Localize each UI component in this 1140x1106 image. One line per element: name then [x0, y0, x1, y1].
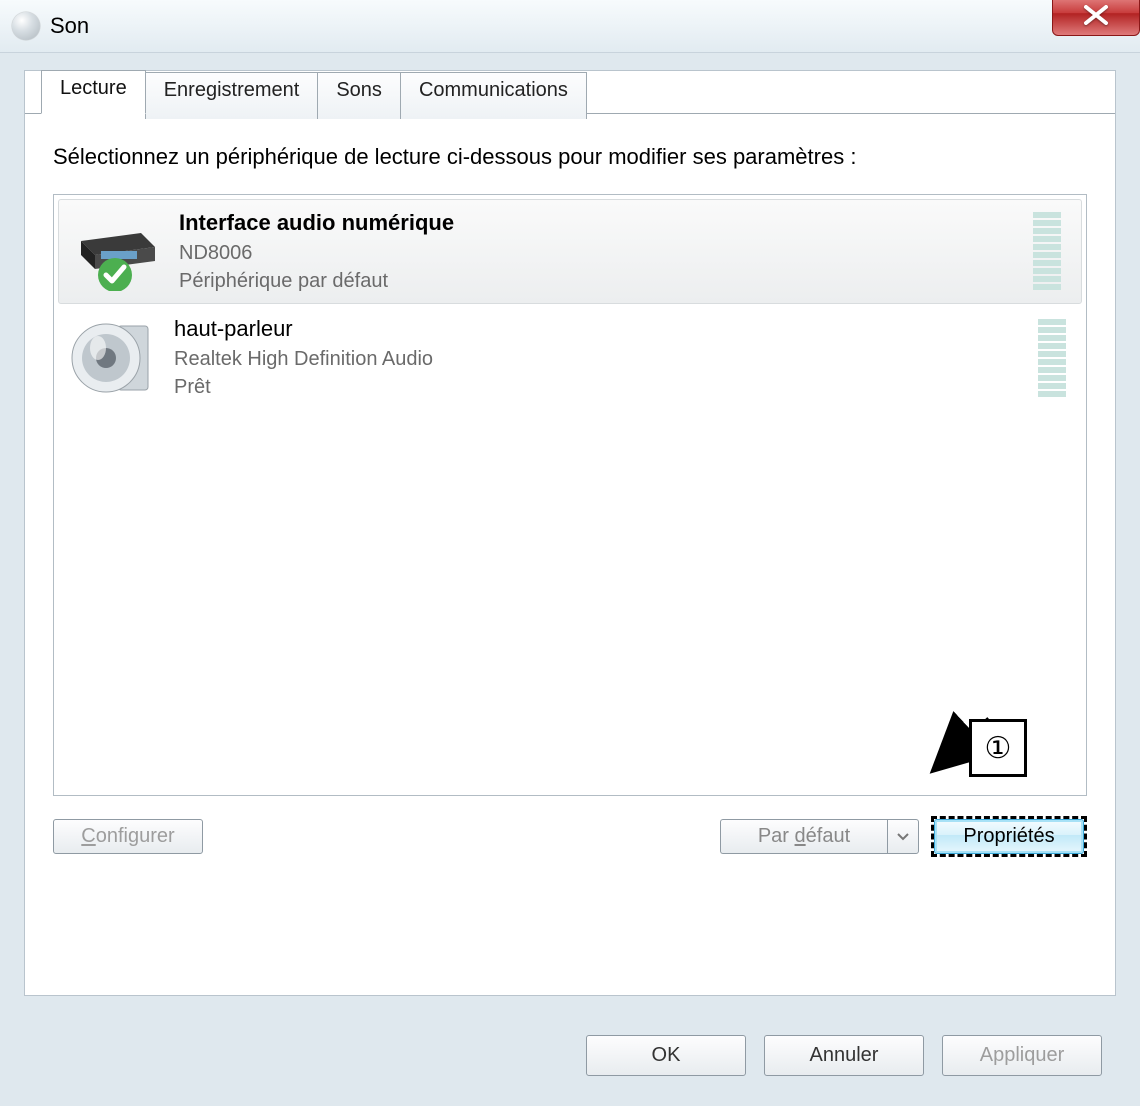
- tab-sons[interactable]: Sons: [317, 72, 401, 119]
- tabstrip: Lecture Enregistrement Sons Communicatio…: [41, 70, 586, 114]
- tab-label: Communications: [419, 79, 568, 101]
- tab-label: Lecture: [60, 77, 127, 99]
- device-icon: [66, 314, 162, 402]
- close-button[interactable]: [1052, 0, 1140, 36]
- device-texts: haut-parleur Realtek High Definition Aud…: [162, 314, 1038, 401]
- window-title: Son: [50, 13, 89, 39]
- level-meter: [1038, 319, 1066, 397]
- ok-button[interactable]: OK: [586, 1035, 746, 1076]
- device-icon: [71, 211, 167, 291]
- device-status: Périphérique par défaut: [179, 267, 1033, 295]
- tab-pane-lecture: Sélectionnez un périphérique de lecture …: [25, 113, 1115, 995]
- set-default-dropdown[interactable]: [887, 819, 919, 854]
- cancel-button[interactable]: Annuler: [764, 1035, 924, 1076]
- level-meter: [1033, 212, 1061, 290]
- device-subname: ND8006: [179, 239, 1033, 267]
- close-icon: [1082, 5, 1110, 25]
- configure-button[interactable]: Configurer: [53, 819, 203, 854]
- app-icon: [12, 12, 40, 40]
- properties-button[interactable]: Propriétés: [934, 819, 1084, 854]
- properties-focus-highlight: Propriétés: [931, 816, 1087, 857]
- chevron-down-icon: [897, 833, 909, 841]
- device-name: Interface audio numérique: [179, 208, 1033, 239]
- device-status: Prêt: [174, 373, 1038, 401]
- device-item-digital-interface[interactable]: Interface audio numérique ND8006 Périphé…: [58, 199, 1082, 304]
- playback-device-list[interactable]: Interface audio numérique ND8006 Périphé…: [53, 194, 1087, 796]
- titlebar: Son: [0, 0, 1140, 53]
- accesskey: C: [81, 825, 95, 847]
- dialog-body: Lecture Enregistrement Sons Communicatio…: [24, 70, 1116, 996]
- tab-lecture[interactable]: Lecture: [41, 70, 146, 114]
- tab-enregistrement[interactable]: Enregistrement: [145, 72, 319, 119]
- device-subname: Realtek High Definition Audio: [174, 345, 1038, 373]
- device-name: haut-parleur: [174, 314, 1038, 345]
- right-button-group: Par défaut Propriétés: [720, 816, 1087, 857]
- apply-button[interactable]: Appliquer: [942, 1035, 1102, 1076]
- btn-label: Annuler: [810, 1044, 879, 1066]
- tab-communications[interactable]: Communications: [400, 72, 587, 119]
- device-item-speaker[interactable]: haut-parleur Realtek High Definition Aud…: [54, 306, 1086, 410]
- btn-label: OK: [652, 1044, 681, 1066]
- set-default-split-button[interactable]: Par défaut: [720, 819, 919, 854]
- btn-label-rest: onfigurer: [96, 825, 175, 847]
- sound-dialog-window: Son Lecture Enregistrement Sons Communic…: [0, 0, 1140, 1106]
- set-default-button[interactable]: Par défaut: [720, 819, 887, 854]
- tab-label: Enregistrement: [164, 79, 300, 101]
- instruction-text: Sélectionnez un périphérique de lecture …: [53, 144, 1087, 170]
- dialog-button-row: OK Annuler Appliquer: [586, 1035, 1102, 1076]
- pane-buttons: Configurer Par défaut Propriétés: [53, 816, 1087, 857]
- btn-label: Appliquer: [980, 1044, 1065, 1066]
- tab-label: Sons: [336, 79, 382, 101]
- btn-label: Propriétés: [963, 825, 1054, 847]
- device-texts: Interface audio numérique ND8006 Périphé…: [167, 208, 1033, 295]
